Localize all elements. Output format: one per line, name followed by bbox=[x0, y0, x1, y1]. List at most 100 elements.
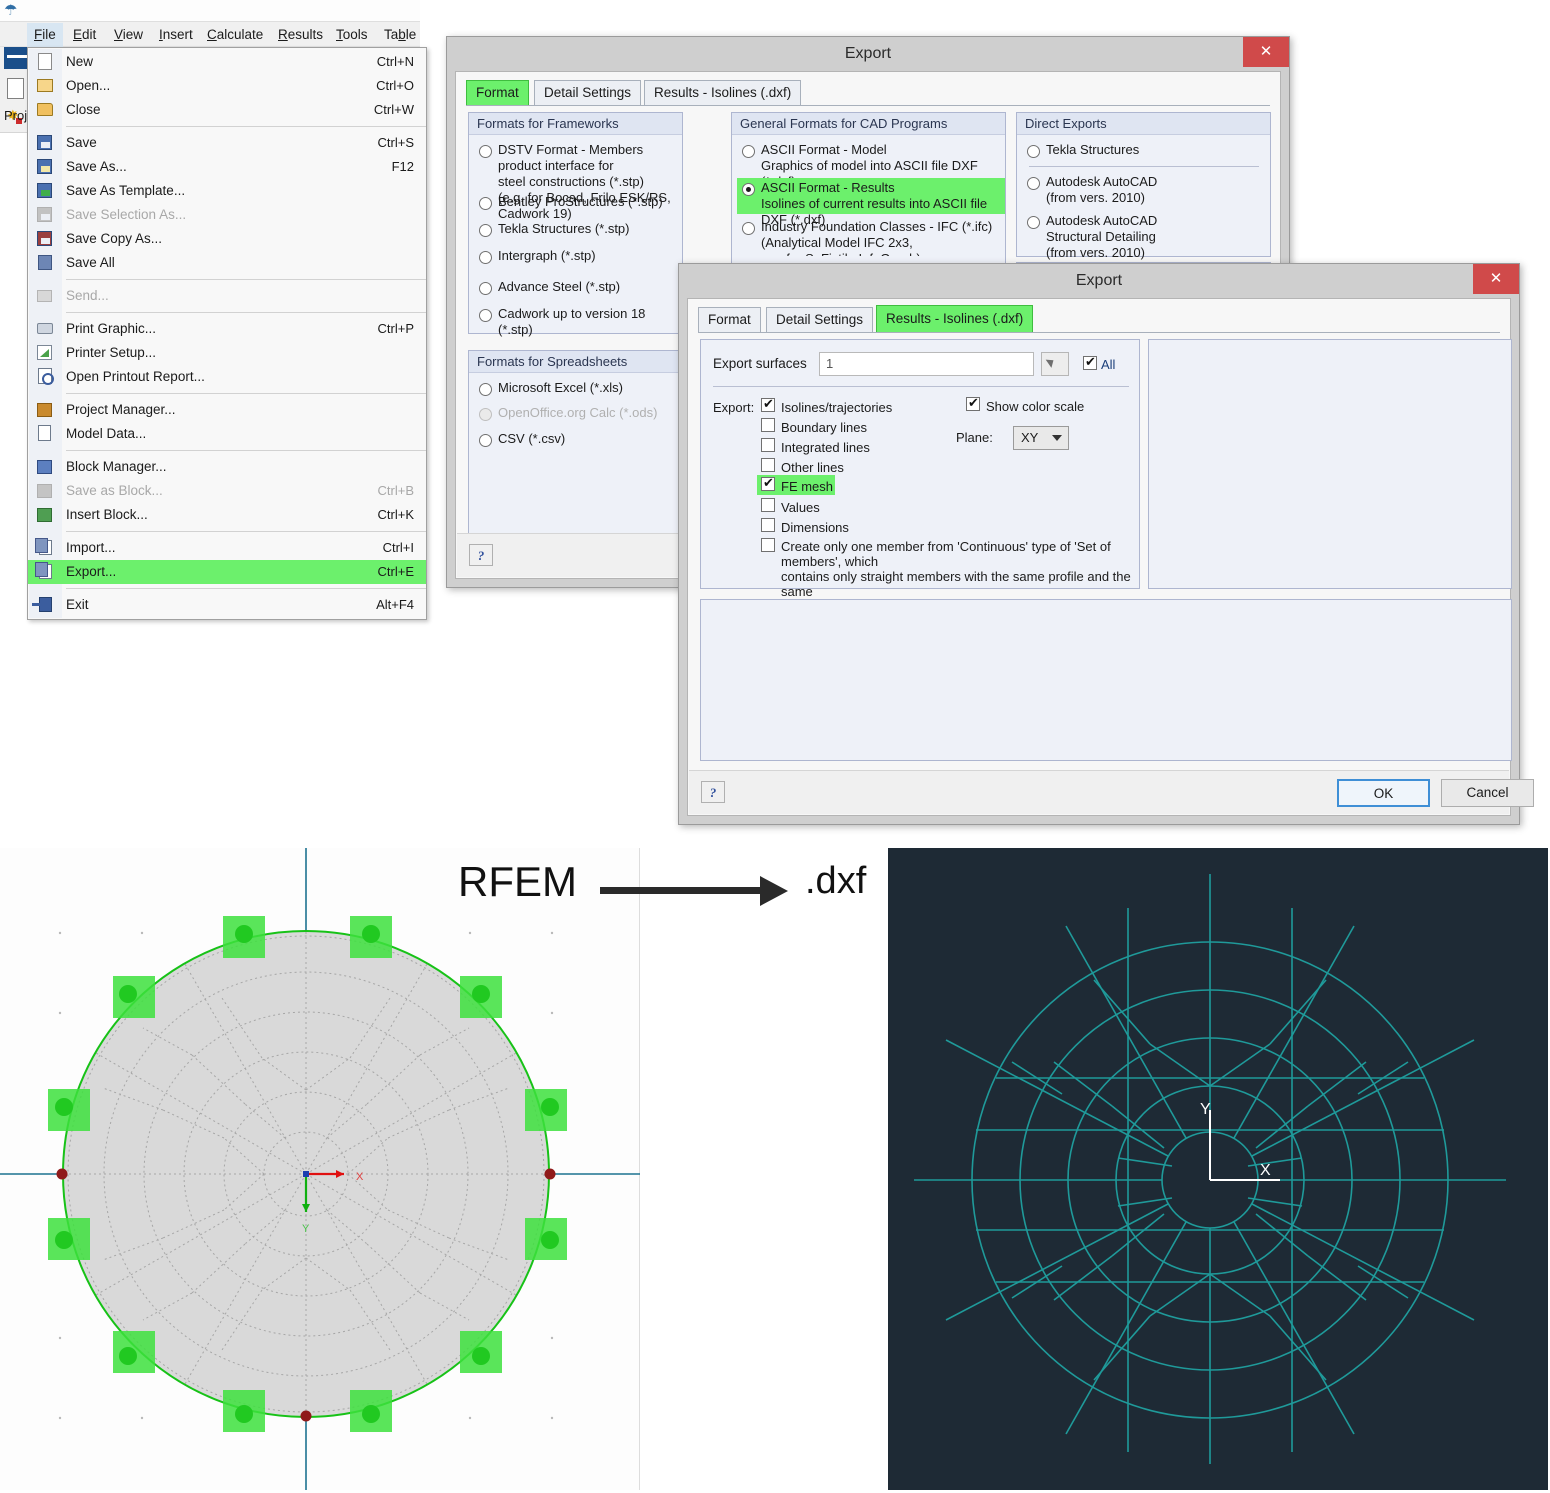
ok-button[interactable]: OK bbox=[1337, 779, 1430, 807]
menu-item-model-data[interactable]: Model Data... bbox=[28, 422, 426, 446]
menu-item-close[interactable]: Close Ctrl+W bbox=[28, 98, 426, 122]
menu-item-exit[interactable]: Exit Alt+F4 bbox=[28, 593, 426, 617]
tab-detail-settings[interactable]: Detail Settings bbox=[534, 80, 642, 105]
menu-view[interactable]: View bbox=[107, 23, 150, 47]
menu-item-project-manager[interactable]: Project Manager... bbox=[28, 398, 426, 422]
menu-item-save-copy-as[interactable]: Save Copy As... bbox=[28, 227, 426, 251]
menu-separator bbox=[66, 279, 426, 280]
label-cadwork-18: Cadwork up to version 18 (*.stp) bbox=[498, 306, 646, 337]
tab-results-isolines[interactable]: Results - Isolines (.dxf) bbox=[876, 305, 1034, 332]
axis-y-label: Y bbox=[302, 1223, 310, 1235]
checkbox-fe-mesh[interactable] bbox=[761, 475, 775, 491]
dialog-titlebar: Export ✕ bbox=[447, 37, 1289, 71]
tab-format[interactable]: Format bbox=[466, 80, 529, 105]
help-icon[interactable]: ? bbox=[469, 544, 493, 566]
dialog-title: Export bbox=[844, 45, 892, 62]
menu-item-block-manager[interactable]: Block Manager... bbox=[28, 455, 426, 479]
radio-intergraph[interactable] bbox=[479, 251, 492, 264]
checkbox-all[interactable] bbox=[1083, 354, 1097, 370]
pick-cursor-icon[interactable] bbox=[1041, 352, 1069, 376]
checkbox-other-lines[interactable] bbox=[761, 458, 775, 472]
help-icon[interactable]: ? bbox=[701, 781, 725, 803]
checkbox-boundary-lines[interactable] bbox=[761, 418, 775, 432]
radio-cadwork-18[interactable] bbox=[479, 309, 492, 322]
menu-item-print-graphic[interactable]: Print Graphic... Ctrl+P bbox=[28, 317, 426, 341]
menu-item-save-all[interactable]: Save All bbox=[28, 251, 426, 275]
menu-item-insert-block[interactable]: Insert Block... Ctrl+K bbox=[28, 503, 426, 527]
close-icon[interactable]: ✕ bbox=[1243, 37, 1289, 67]
ucs-x-label: X bbox=[1260, 1162, 1271, 1179]
menu-edit[interactable]: Edit bbox=[66, 23, 103, 47]
label-dstv-format: DSTV Format - Members product interface … bbox=[498, 142, 671, 221]
dialog-body: Format Detail Settings Results - Isoline… bbox=[687, 298, 1534, 816]
tabstrip-baseline bbox=[698, 332, 1500, 333]
printout-report-icon bbox=[38, 368, 54, 385]
export-surfaces-input[interactable]: 1 bbox=[819, 352, 1034, 376]
radio-direct-tekla-structures[interactable] bbox=[1027, 145, 1040, 158]
tabstrip-baseline bbox=[466, 105, 1270, 106]
new-document-icon[interactable] bbox=[7, 78, 24, 99]
checkbox-dimensions[interactable] bbox=[761, 518, 775, 532]
label-advance-steel: Advance Steel (*.stp) bbox=[498, 279, 621, 294]
group-title: General Formats for CAD Programs bbox=[732, 113, 1005, 135]
menu-item-new[interactable]: New Ctrl+N bbox=[28, 50, 426, 74]
radio-bentley-prostructures[interactable] bbox=[479, 197, 492, 210]
radio-tekla-structures[interactable] bbox=[479, 224, 492, 237]
label-autocad-structural-detailing: Autodesk AutoCAD Structural Detailing (f… bbox=[1046, 213, 1158, 260]
menu-item-open[interactable]: Open... Ctrl+O bbox=[28, 74, 426, 98]
menu-item-export[interactable]: Export... Ctrl+E bbox=[28, 560, 426, 584]
menu-item-import[interactable]: Import... Ctrl+I bbox=[28, 536, 426, 560]
group-direct-exports: Direct Exports Tekla Structures Autodesk… bbox=[1016, 112, 1271, 260]
radio-ifc[interactable] bbox=[742, 222, 755, 235]
menu-separator bbox=[66, 312, 426, 313]
radio-dstv-format[interactable] bbox=[479, 145, 492, 158]
radio-ascii-format-model[interactable] bbox=[742, 145, 755, 158]
tab-format[interactable]: Format bbox=[698, 307, 761, 332]
menu-item-printer-setup[interactable]: Printer Setup... bbox=[28, 341, 426, 365]
group-formats-for-frameworks-cont: Advance Steel (*.stp) Cadwork up to vers… bbox=[468, 276, 683, 337]
label-csv: CSV (*.csv) bbox=[498, 431, 566, 446]
right-arrow-icon bbox=[600, 887, 765, 894]
checkbox-values[interactable] bbox=[761, 498, 775, 512]
menu-separator bbox=[66, 588, 426, 589]
export-arrow-annotation: RFEM .dxf bbox=[440, 848, 890, 948]
radio-autocad-structural-detailing[interactable] bbox=[1027, 216, 1040, 229]
menu-tools[interactable]: Tools bbox=[329, 23, 375, 47]
menu-item-open-printout-report[interactable]: Open Printout Report... bbox=[28, 365, 426, 389]
menu-separator bbox=[66, 531, 426, 532]
autocad-dxf-svg: Y X bbox=[888, 848, 1548, 1490]
radio-advance-steel[interactable] bbox=[479, 282, 492, 295]
menu-item-save-as-template[interactable]: Save As Template... bbox=[28, 179, 426, 203]
menu-file[interactable]: File bbox=[27, 23, 63, 47]
menu-item-save[interactable]: Save Ctrl+S bbox=[28, 131, 426, 155]
radio-microsoft-excel[interactable] bbox=[479, 383, 492, 396]
label-microsoft-excel: Microsoft Excel (*.xls) bbox=[498, 380, 623, 395]
menu-insert[interactable]: Insert bbox=[152, 23, 200, 47]
radio-autodesk-autocad[interactable] bbox=[1027, 177, 1040, 190]
checkbox-create-one-member[interactable] bbox=[761, 538, 775, 552]
checkbox-isolines-trajectories[interactable] bbox=[761, 396, 775, 412]
label-tekla-structures: Tekla Structures (*.stp) bbox=[498, 221, 630, 236]
autocad-dxf-view[interactable]: Y X bbox=[888, 848, 1548, 1490]
plane-select[interactable]: XY bbox=[1013, 426, 1069, 450]
block-manager-icon bbox=[37, 460, 52, 474]
close-icon[interactable]: ✕ bbox=[1473, 264, 1519, 294]
label-integrated-lines: Integrated lines bbox=[781, 440, 870, 455]
radio-csv[interactable] bbox=[479, 434, 492, 447]
file-menu-dropdown[interactable]: New Ctrl+N Open... Ctrl+O Close Ctrl+W S… bbox=[27, 47, 427, 620]
menu-table[interactable]: Table bbox=[377, 23, 423, 47]
radio-openoffice-calc bbox=[479, 408, 492, 421]
menu-calculate[interactable]: Calculate bbox=[200, 23, 270, 47]
menu-results[interactable]: Results bbox=[271, 23, 330, 47]
tab-results-isolines[interactable]: Results - Isolines (.dxf) bbox=[644, 80, 802, 105]
axis-x-label: X bbox=[356, 1171, 364, 1183]
checkbox-show-color-scale[interactable] bbox=[966, 395, 980, 411]
dialog-title: Export bbox=[1075, 272, 1123, 289]
menu-item-save-as[interactable]: Save As... F12 bbox=[28, 155, 426, 179]
dialog-footer: ? OK Cancel bbox=[689, 770, 1534, 814]
cancel-button[interactable]: Cancel bbox=[1441, 779, 1534, 807]
tab-detail-settings[interactable]: Detail Settings bbox=[766, 307, 874, 332]
radio-ascii-format-results[interactable] bbox=[742, 183, 755, 196]
save-template-icon bbox=[37, 183, 52, 198]
checkbox-integrated-lines[interactable] bbox=[761, 438, 775, 452]
